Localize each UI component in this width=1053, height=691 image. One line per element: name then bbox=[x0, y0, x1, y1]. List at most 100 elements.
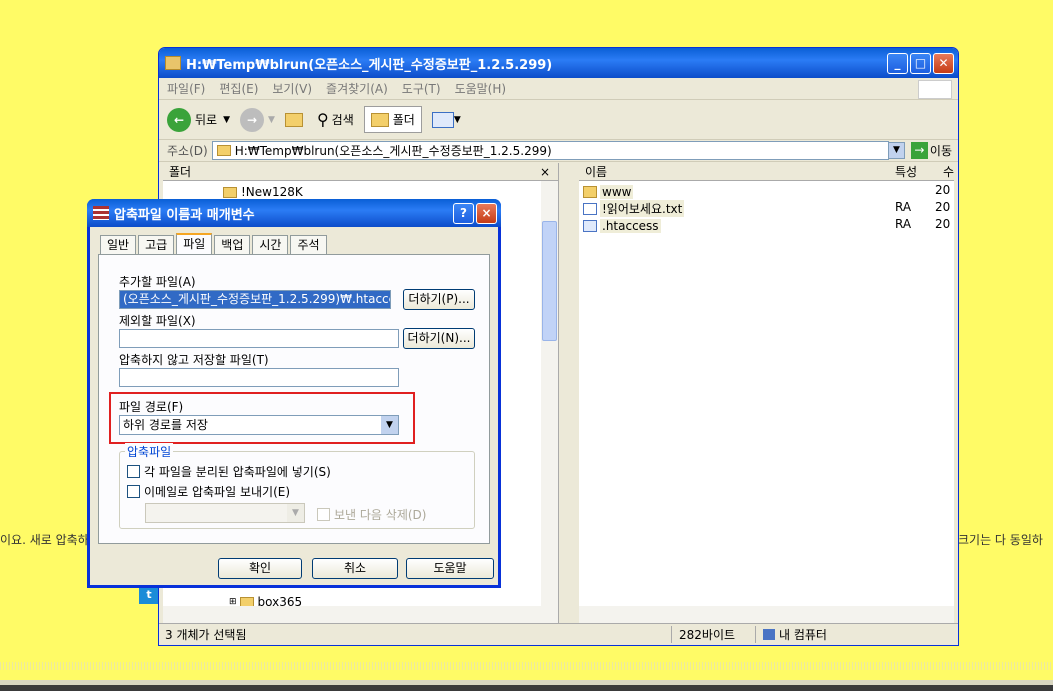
tree-item[interactable]: !New128K bbox=[223, 185, 303, 199]
menu-view[interactable]: 보기(V) bbox=[272, 80, 312, 97]
views-button[interactable]: ▼ bbox=[431, 111, 461, 128]
dialog-title: 압축파일 이름과 매개변수 bbox=[114, 207, 255, 223]
tab-time[interactable]: 시간 bbox=[252, 235, 289, 255]
menu-tools[interactable]: 도구(T) bbox=[402, 80, 441, 97]
file-path-select[interactable]: 하위 경로를 저장 ▼ bbox=[119, 415, 399, 435]
go-label: 이동 bbox=[929, 144, 952, 158]
status-location-label: 내 컴퓨터 bbox=[779, 628, 827, 642]
checkbox-icon bbox=[127, 485, 140, 498]
file-row[interactable]: www bbox=[583, 183, 634, 200]
email-archive-checkbox[interactable]: 이메일로 압축파일 보내기(E) bbox=[127, 483, 290, 500]
address-input[interactable]: H:₩Temp₩blrun(오픈소스_게시판_수정증보판_1.2.5.299) bbox=[211, 141, 889, 160]
file-extra: 20 bbox=[935, 183, 951, 197]
chevron-down-icon[interactable]: ▼ bbox=[381, 416, 398, 434]
tab-general[interactable]: 일반 bbox=[100, 235, 137, 255]
toolbar: ← 뒤로 ▼ → ▼ ⚲ 검색 폴더 ▼ bbox=[159, 100, 958, 140]
folders-horizontal-scrollbar[interactable] bbox=[163, 606, 558, 623]
forward-button[interactable]: → ▼ bbox=[240, 107, 275, 132]
file-extra: 20 bbox=[935, 200, 951, 214]
status-selection: 3 개체가 선택됨 bbox=[165, 628, 247, 642]
checkbox-icon bbox=[317, 508, 330, 521]
background-footer-bottom bbox=[0, 685, 1053, 691]
search-label: 검색 bbox=[331, 113, 354, 127]
folders-pane-header: 폴더 × bbox=[163, 163, 558, 181]
dialog-titlebar[interactable]: 압축파일 이름과 매개변수 ? × bbox=[87, 199, 501, 227]
tab-backup[interactable]: 백업 bbox=[214, 235, 251, 255]
delete-after-checkbox: 보낸 다음 삭제(D) bbox=[317, 506, 426, 523]
separate-archive-label: 각 파일을 분리된 압축파일에 넣기(S) bbox=[144, 465, 331, 479]
go-button[interactable]: → 이동 bbox=[910, 142, 952, 159]
file-name: .htaccess bbox=[600, 218, 661, 233]
back-button[interactable]: ← 뒤로 ▼ bbox=[167, 107, 230, 132]
menu-file[interactable]: 파일(F) bbox=[167, 80, 205, 97]
folders-button[interactable]: 폴더 bbox=[363, 106, 422, 133]
close-button[interactable]: ✕ bbox=[933, 52, 954, 74]
file-path-value: 하위 경로를 저장 bbox=[123, 418, 208, 432]
back-arrow-icon: ← bbox=[167, 107, 191, 132]
ok-button[interactable]: 확인 bbox=[218, 558, 302, 579]
text-file-icon bbox=[583, 202, 597, 215]
help-dialog-button[interactable]: 도움말 bbox=[406, 558, 494, 579]
column-attr[interactable]: 특성 bbox=[895, 163, 917, 181]
up-folder-icon bbox=[284, 112, 303, 127]
file-row[interactable]: .htaccess bbox=[583, 217, 661, 234]
add-files-input[interactable]: (오픈소스_게시판_수정증보판_1.2.5.299)₩.htaccess bbox=[119, 290, 391, 309]
file-name: www bbox=[600, 184, 634, 199]
folder-icon bbox=[583, 185, 597, 198]
menu-edit[interactable]: 편집(E) bbox=[219, 80, 258, 97]
address-bar: 주소(D) H:₩Temp₩blrun(오픈소스_게시판_수정증보판_1.2.5… bbox=[159, 140, 958, 162]
scrollbar-thumb[interactable] bbox=[542, 221, 557, 341]
delete-after-label: 보낸 다음 삭제(D) bbox=[334, 508, 427, 522]
search-button[interactable]: ⚲ 검색 bbox=[317, 110, 354, 129]
background-text-right: 크기는 다 동일하 bbox=[958, 533, 1043, 547]
file-attr: RA bbox=[895, 200, 912, 214]
cancel-button[interactable]: 취소 bbox=[312, 558, 398, 579]
file-row[interactable]: !읽어보세요.txt bbox=[583, 200, 685, 217]
maximize-button[interactable]: □ bbox=[910, 52, 931, 74]
address-dropdown-button[interactable]: ▼ bbox=[887, 142, 905, 159]
menu-favorites[interactable]: 즐겨찾기(A) bbox=[326, 80, 388, 97]
separate-archive-checkbox[interactable]: 각 파일을 분리된 압축파일에 넣기(S) bbox=[127, 463, 331, 480]
explorer-titlebar[interactable]: H:₩Temp₩blrun(오픈소스_게시판_수정증보판_1.2.5.299) … bbox=[159, 48, 958, 78]
tab-advanced[interactable]: 고급 bbox=[138, 235, 175, 255]
exclude-files-button[interactable]: 더하기(N)... bbox=[403, 328, 475, 349]
folder-icon bbox=[216, 145, 231, 156]
chevron-down-icon: ▼ bbox=[453, 114, 461, 125]
folders-vertical-scrollbar[interactable] bbox=[541, 181, 558, 606]
menu-bar: 파일(F) 편집(E) 보기(V) 즐겨찾기(A) 도구(T) 도움말(H) bbox=[159, 78, 958, 100]
add-files-button[interactable]: 더하기(P)... bbox=[403, 289, 475, 310]
column-name[interactable]: 이름 bbox=[585, 163, 607, 180]
background-text-left: 이요. 새로 압축하 bbox=[0, 533, 89, 547]
store-files-input[interactable] bbox=[119, 368, 399, 387]
status-divider bbox=[671, 626, 672, 643]
tab-files[interactable]: 파일 bbox=[176, 233, 213, 255]
status-bar: 3 개체가 선택됨 282바이트 내 컴퓨터 bbox=[159, 623, 958, 645]
help-button[interactable]: ? bbox=[453, 202, 474, 224]
folders-pane-close-icon[interactable]: × bbox=[540, 163, 550, 180]
twitter-icon[interactable]: t bbox=[139, 586, 159, 604]
column-extra[interactable]: 수 bbox=[943, 163, 954, 181]
background-divider bbox=[0, 662, 1053, 670]
address-label: 주소(D) bbox=[167, 144, 208, 158]
dialog-close-button[interactable]: × bbox=[476, 202, 497, 224]
tree-item-label: !New128K bbox=[241, 185, 303, 199]
checkbox-icon bbox=[127, 465, 140, 478]
folder-icon bbox=[165, 56, 181, 70]
tab-page-files: 추가할 파일(A) (오픈소스_게시판_수정증보판_1.2.5.299)₩.ht… bbox=[98, 254, 490, 544]
status-divider bbox=[755, 626, 756, 643]
folder-icon bbox=[223, 186, 237, 198]
file-extra: 20 bbox=[935, 217, 951, 231]
up-folder-button[interactable] bbox=[284, 112, 307, 127]
files-column-header: 이름 특성 수 bbox=[579, 163, 954, 181]
tab-comment[interactable]: 주석 bbox=[290, 235, 327, 255]
back-label: 뒤로 bbox=[195, 113, 218, 127]
menu-help[interactable]: 도움말(H) bbox=[455, 80, 507, 97]
chevron-down-icon: ▼ bbox=[287, 504, 304, 522]
archive-dialog: 압축파일 이름과 매개변수 ? × 일반 고급 파일 백업 시간 주석 추가할 … bbox=[87, 199, 501, 588]
chevron-down-icon: ▼ bbox=[268, 114, 275, 125]
exclude-files-input[interactable] bbox=[119, 329, 399, 348]
tab-bar: 일반 고급 파일 백업 시간 주석 bbox=[100, 233, 329, 255]
minimize-button[interactable]: _ bbox=[887, 52, 908, 74]
file-icon bbox=[583, 219, 597, 232]
files-horizontal-scrollbar[interactable] bbox=[579, 606, 954, 623]
